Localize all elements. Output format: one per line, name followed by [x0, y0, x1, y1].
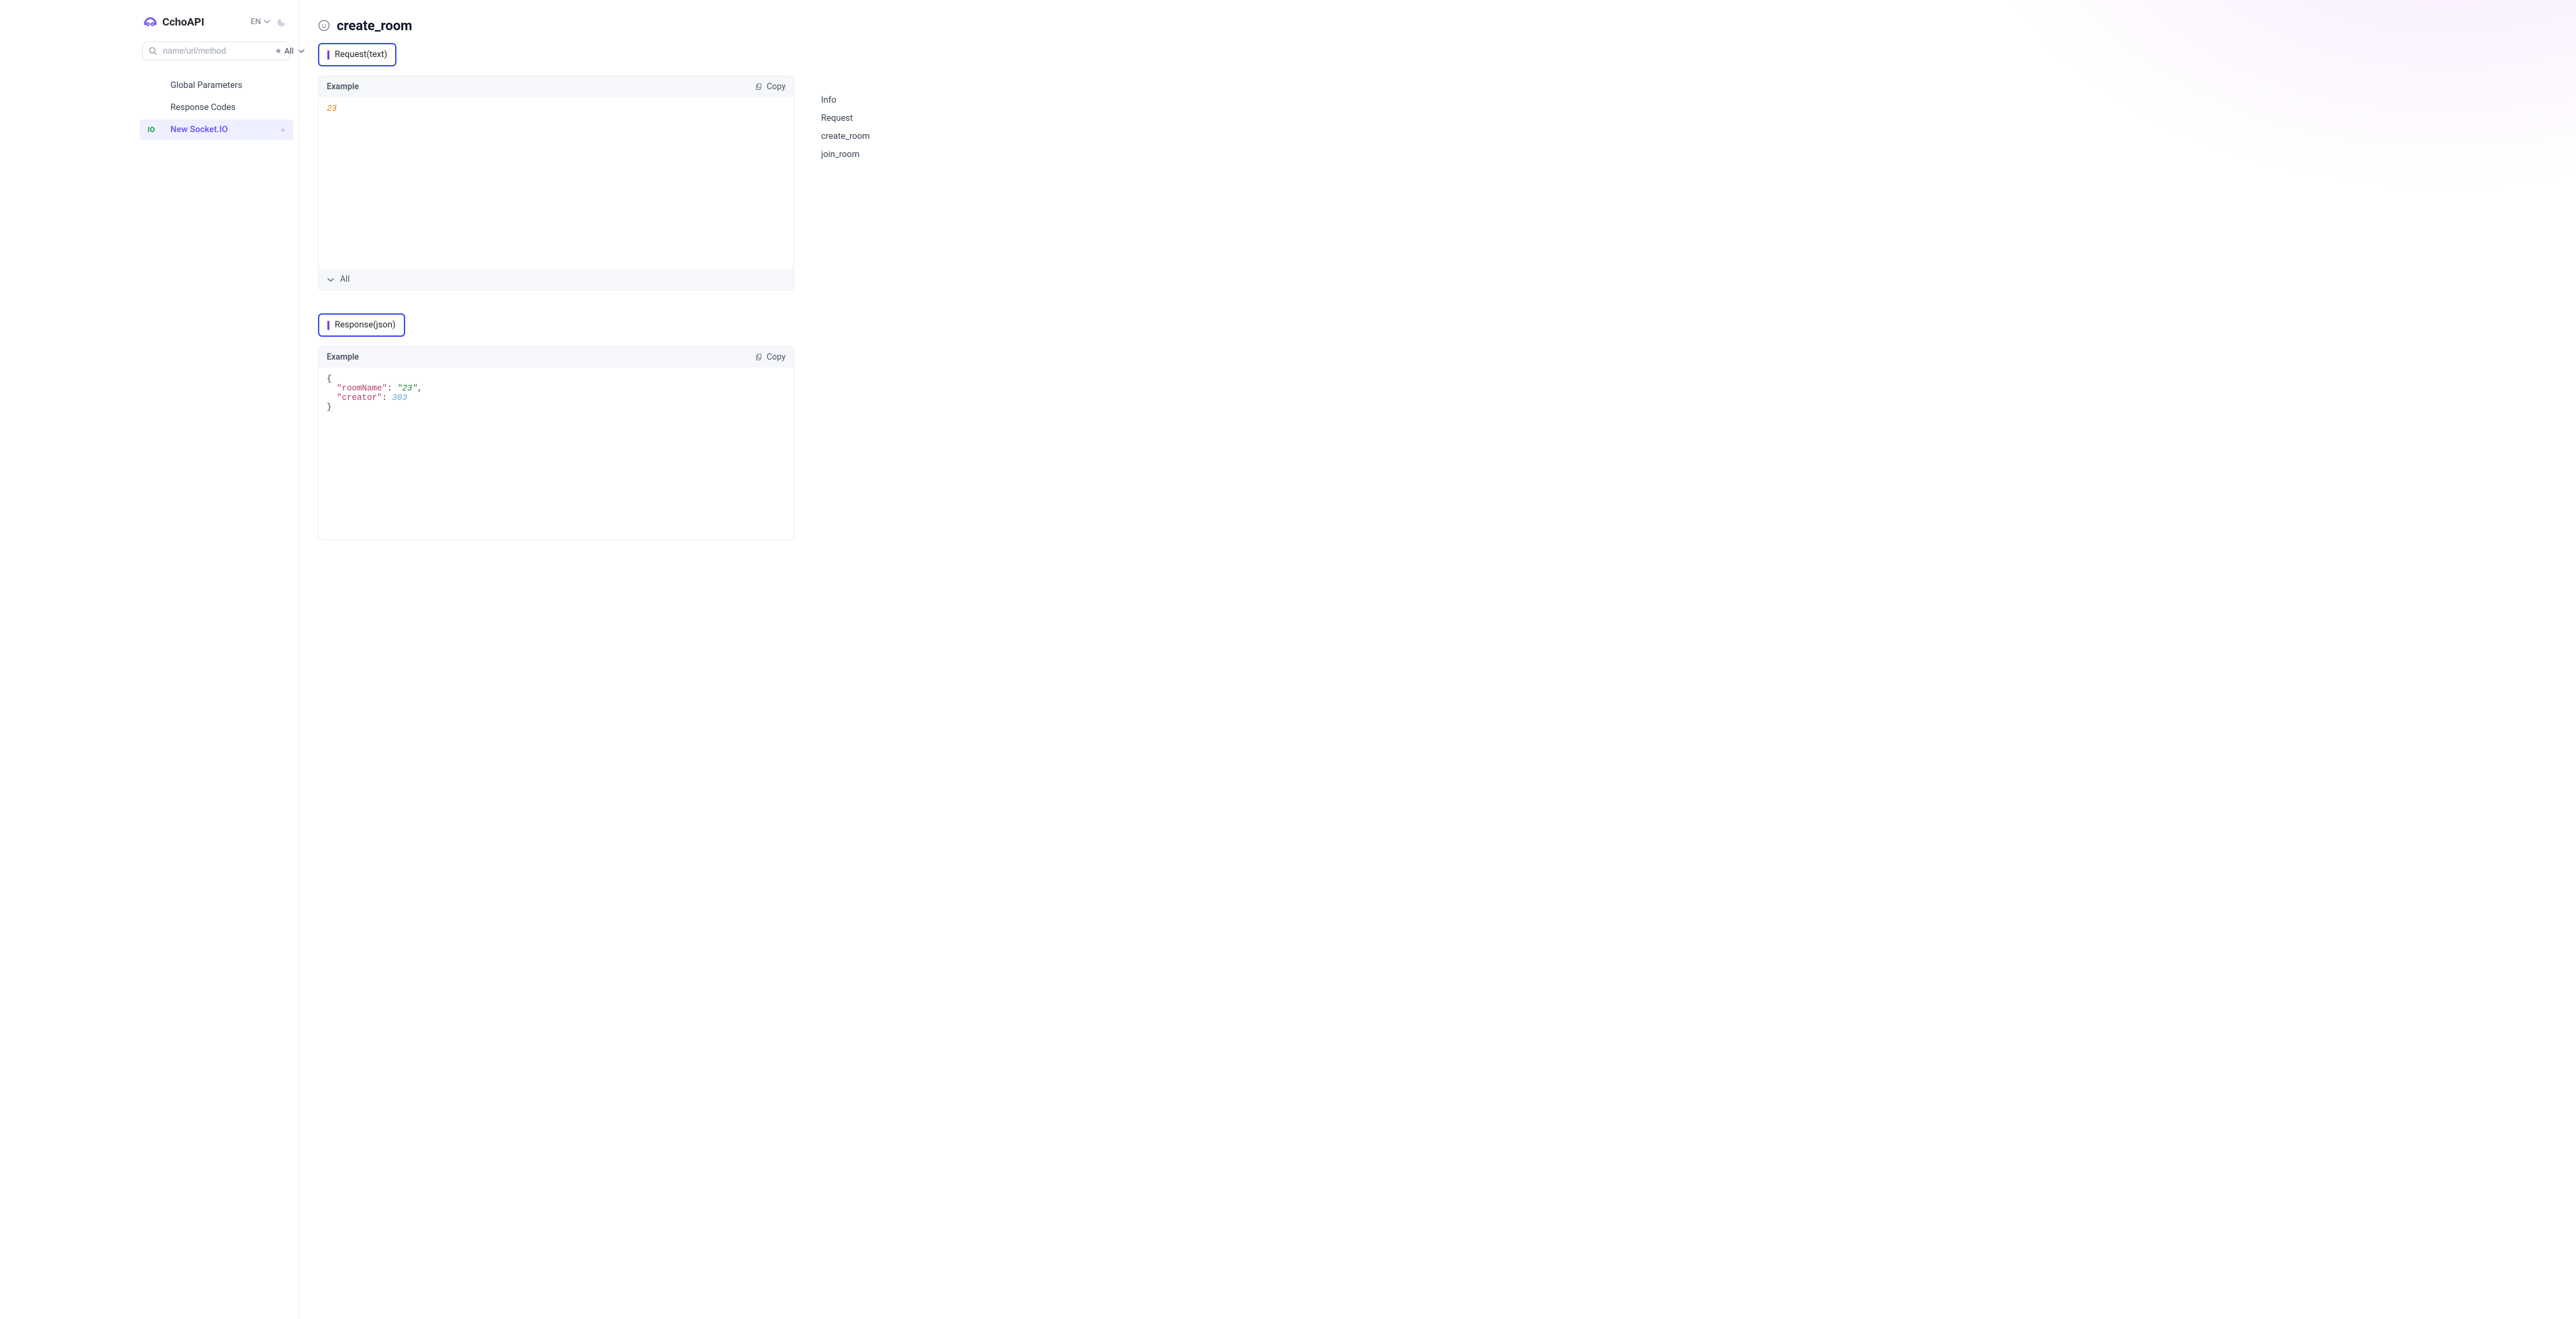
language-label: EN: [251, 17, 261, 26]
response-example-label: Example: [327, 352, 359, 362]
operation-icon: [318, 19, 330, 32]
copy-label: Copy: [767, 82, 786, 92]
copy-request-button[interactable]: Copy: [755, 82, 786, 92]
code-key-roomname: "roomName": [337, 384, 387, 393]
sidebar-item-label: Response Codes: [170, 103, 235, 113]
code-open-brace: {: [327, 374, 332, 384]
code-val-creator: 303: [392, 393, 408, 403]
brand-logo-icon: [142, 13, 158, 30]
io-badge: IO: [148, 125, 164, 134]
response-tab[interactable]: Response(json): [318, 313, 405, 337]
code-close-brace: }: [327, 403, 332, 412]
left-gutter: [0, 0, 140, 1319]
code-comma: ,: [417, 384, 423, 393]
expand-all-label: All: [340, 274, 350, 284]
dot-icon: [276, 49, 280, 53]
outline-item-create-room[interactable]: create_room: [821, 131, 870, 142]
response-panel: Example Copy { "roomName": "23", "creato…: [318, 346, 794, 540]
request-panel-head: Example Copy: [319, 76, 794, 97]
code-key-creator: "creator": [337, 393, 382, 403]
accent-bar-icon: [327, 321, 329, 330]
request-panel: Example Copy 23 All: [318, 76, 794, 291]
chevron-down-icon: [327, 276, 335, 284]
request-body-value: 23: [327, 104, 337, 113]
request-example-label: Example: [327, 82, 359, 92]
sidebar-nav: Global Parameters Response Codes IO New …: [140, 75, 293, 140]
code-colon: :: [382, 393, 392, 403]
copy-icon: [755, 354, 763, 362]
search-row[interactable]: All: [142, 42, 290, 60]
outline-item-join-room[interactable]: join_room: [821, 150, 870, 160]
response-code[interactable]: { "roomName": "23", "creator": 303 }: [319, 368, 794, 539]
lang-theme-group: EN: [251, 16, 288, 27]
copy-label: Copy: [767, 352, 786, 362]
main: create_room Request(text) Example Copy: [299, 0, 2576, 1319]
theme-toggle[interactable]: [277, 16, 288, 27]
accent-bar-icon: [327, 50, 329, 60]
code-val-roomname: "23": [397, 384, 417, 393]
brand[interactable]: CchoAPI: [142, 13, 205, 30]
request-tab[interactable]: Request(text): [318, 43, 396, 66]
sidebar-item-new-socket-io[interactable]: IO New Socket.IO: [140, 119, 293, 140]
operation-header: create_room: [318, 7, 794, 34]
request-tab-label: Request(text): [335, 50, 387, 60]
outline-nav: Info Request create_room join_room: [821, 7, 870, 1306]
search-input[interactable]: [163, 46, 271, 56]
search-icon: [148, 46, 158, 56]
sidebar-item-label: New Socket.IO: [170, 125, 228, 135]
outline-item-request[interactable]: Request: [821, 113, 870, 123]
sidebar: CchoAPI EN All: [140, 0, 299, 1319]
operation-title: create_room: [337, 17, 412, 34]
content: create_room Request(text) Example Copy: [318, 7, 794, 1306]
request-panel-foot[interactable]: All: [319, 269, 794, 290]
outline-item-info[interactable]: Info: [821, 95, 870, 105]
copy-response-button[interactable]: Copy: [755, 352, 786, 362]
chevron-down-icon: [264, 18, 270, 25]
sidebar-item-label: Global Parameters: [170, 81, 242, 91]
response-panel-head: Example Copy: [319, 347, 794, 368]
status-dot-icon: [281, 128, 285, 132]
language-picker[interactable]: EN: [251, 17, 270, 26]
sidebar-item-response-codes[interactable]: Response Codes: [140, 97, 293, 118]
sidebar-item-global-parameters[interactable]: Global Parameters: [140, 75, 293, 96]
code-colon: :: [387, 384, 397, 393]
brand-name: CchoAPI: [162, 15, 205, 28]
request-code[interactable]: 23: [319, 97, 794, 269]
response-tab-label: Response(json): [335, 320, 396, 330]
brand-row: CchoAPI EN: [140, 13, 293, 36]
copy-icon: [755, 83, 763, 91]
search-filter-label: All: [284, 46, 294, 56]
